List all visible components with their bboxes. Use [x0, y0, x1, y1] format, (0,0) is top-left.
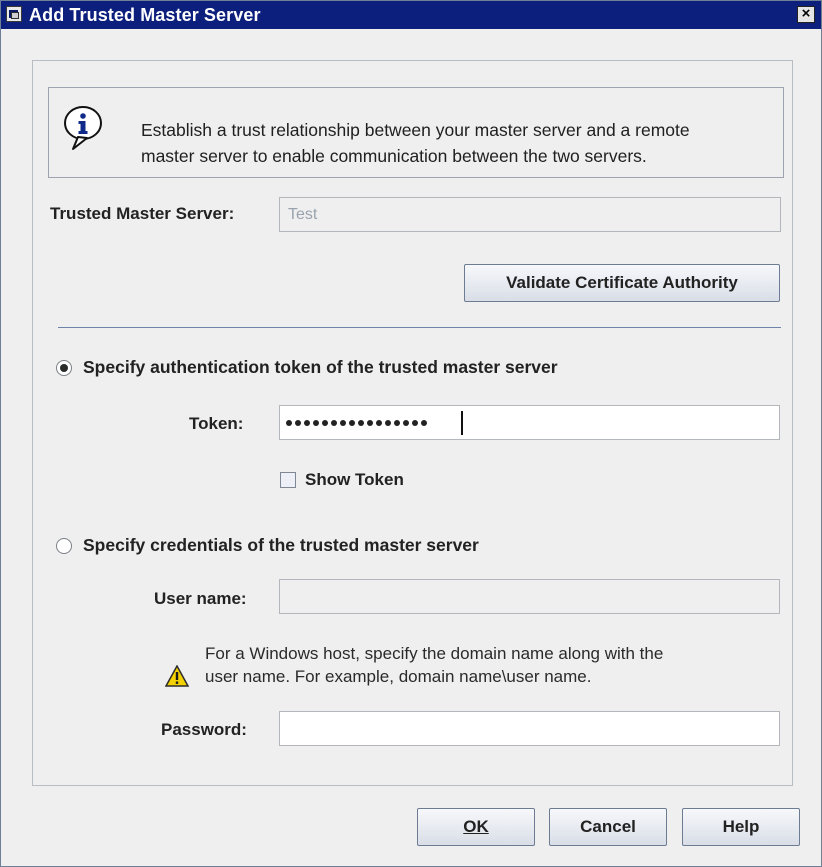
text-caret	[461, 411, 463, 435]
masked-token	[286, 417, 430, 429]
cancel-button[interactable]: Cancel	[549, 808, 667, 846]
info-line-2: master server to enable communication be…	[141, 146, 647, 166]
cancel-button-label: Cancel	[580, 817, 636, 836]
windows-host-note-line-1: For a Windows host, specify the domain n…	[205, 644, 664, 663]
ok-button-label: OK	[463, 817, 489, 836]
info-message: Establish a trust relationship between y…	[141, 117, 781, 169]
password-field[interactable]	[279, 711, 780, 746]
title-bar[interactable]: Add Trusted Master Server ×	[1, 1, 821, 29]
window-title: Add Trusted Master Server	[29, 5, 261, 25]
credentials-option-label[interactable]: Specify credentials of the trusted maste…	[83, 535, 479, 556]
token-option-radio[interactable]	[56, 360, 72, 376]
username-field[interactable]	[279, 579, 780, 614]
ok-button[interactable]: OK	[417, 808, 535, 846]
trusted-master-field[interactable]: Test	[279, 197, 781, 232]
close-button[interactable]: ×	[797, 6, 815, 23]
dialog-window: Add Trusted Master Server × Establish a …	[0, 0, 822, 867]
validate-certificate-authority-button[interactable]: Validate Certificate Authority	[464, 264, 780, 302]
info-line-1: Establish a trust relationship between y…	[141, 120, 690, 140]
help-button-label: Help	[722, 817, 760, 836]
app-icon	[6, 6, 22, 22]
windows-host-note-line-2: user name. For example, domain name\user…	[205, 667, 592, 686]
show-token-checkbox[interactable]	[280, 472, 296, 488]
password-label: Password:	[161, 720, 247, 739]
token-label: Token:	[189, 414, 244, 433]
credentials-option-radio[interactable]	[56, 538, 72, 554]
trusted-master-value: Test	[288, 206, 318, 223]
help-button[interactable]: Help	[682, 808, 800, 846]
windows-host-note: For a Windows host, specify the domain n…	[205, 642, 765, 688]
token-option-label[interactable]: Specify authentication token of the trus…	[83, 357, 558, 378]
separator	[58, 327, 781, 328]
info-icon	[64, 106, 102, 150]
show-token-label[interactable]: Show Token	[305, 470, 404, 490]
token-field[interactable]	[279, 405, 780, 440]
username-label: User name:	[154, 589, 247, 608]
warning-icon	[165, 665, 189, 687]
trusted-master-label: Trusted Master Server:	[50, 204, 235, 223]
